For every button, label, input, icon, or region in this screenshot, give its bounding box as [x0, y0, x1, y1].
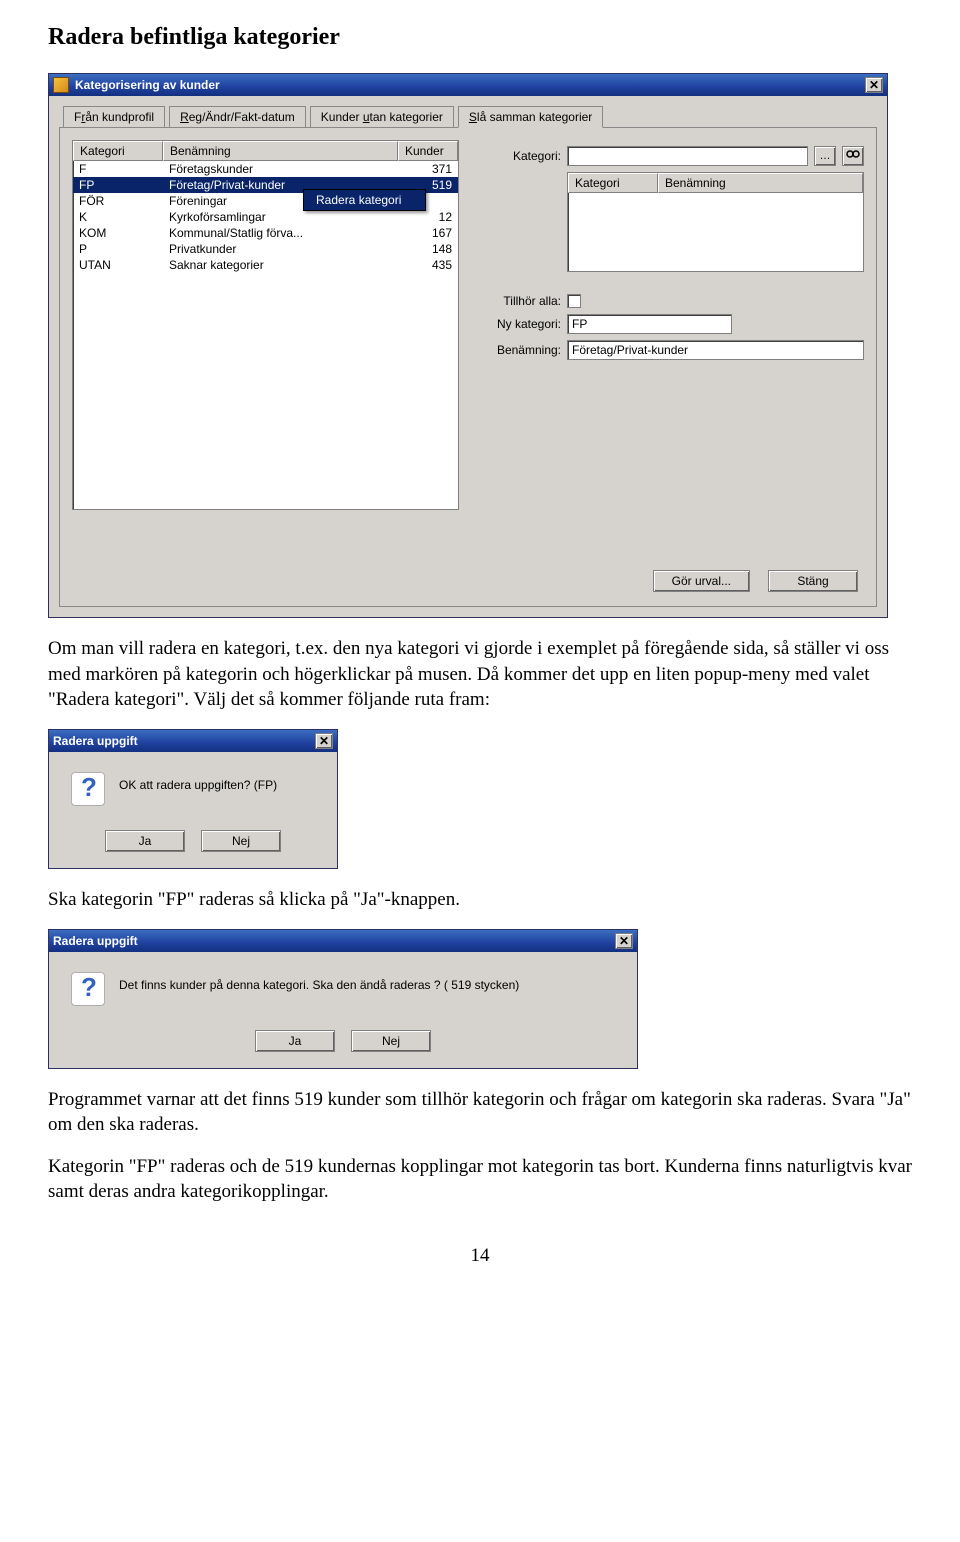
col-category[interactable]: Kategori: [568, 173, 658, 193]
gor-urval-button[interactable]: Gör urval...: [653, 570, 750, 592]
delete-confirm-dialog-1: Radera uppgift ✕ OK att radera uppgiften…: [48, 729, 338, 869]
kategori-label: Kategori:: [477, 149, 561, 163]
col-customers[interactable]: Kunder: [398, 141, 458, 161]
window-title: Kategorisering av kunder: [75, 78, 859, 92]
question-icon: [71, 772, 105, 806]
question-icon: [71, 972, 105, 1006]
no-button[interactable]: Nej: [201, 830, 281, 852]
list-row[interactable]: KOMKommunal/Statlig förva...167: [73, 225, 458, 241]
body-paragraph-1: Om man vill radera en kategori, t.ex. de…: [48, 636, 912, 713]
page-number: 14: [48, 1245, 912, 1267]
no-button[interactable]: Nej: [351, 1030, 431, 1052]
body-paragraph-2: Ska kategorin "FP" raderas så klicka på …: [48, 887, 912, 913]
list-row[interactable]: KKyrkoförsamlingar12: [73, 209, 458, 225]
col-name[interactable]: Benämning: [658, 173, 863, 193]
benamning-label: Benämning:: [477, 343, 561, 357]
benamning-input[interactable]: [567, 340, 864, 360]
window-icon: [53, 77, 69, 93]
tab-from-profile[interactable]: Från kundprofil: [63, 106, 165, 128]
dialog2-title: Radera uppgift: [53, 934, 609, 948]
body-paragraph-3: Programmet varnar att det finns 519 kund…: [48, 1087, 912, 1138]
category-listbox[interactable]: Kategori Benämning Kunder FFöretagskunde…: [72, 140, 459, 510]
yes-button[interactable]: Ja: [255, 1030, 335, 1052]
context-menu: Radera kategori: [303, 189, 426, 211]
tab-reg-change[interactable]: Reg/Ändr/Fakt-datum: [169, 106, 306, 128]
kategori-input[interactable]: [567, 146, 808, 166]
dialog1-title: Radera uppgift: [53, 734, 309, 748]
tab-merge-categories[interactable]: Slå samman kategorier: [458, 106, 603, 128]
close-icon[interactable]: ✕: [615, 933, 633, 949]
tab-panel: Kategori Benämning Kunder FFöretagskunde…: [59, 127, 877, 607]
tab-strip: Från kundprofil Reg/Ändr/Fakt-datum Kund…: [59, 106, 877, 128]
body-paragraph-4: Kategorin "FP" raderas och de 519 kunder…: [48, 1154, 912, 1205]
page-heading: Radera befintliga kategorier: [48, 24, 912, 51]
search-icon[interactable]: [842, 146, 864, 166]
close-icon[interactable]: ✕: [315, 733, 333, 749]
lookup-button[interactable]: …: [814, 146, 836, 166]
dialog1-text: OK att radera uppgiften? (FP): [119, 778, 277, 792]
list-row[interactable]: PPrivatkunder148: [73, 241, 458, 257]
list-row[interactable]: UTANSaknar kategorier435: [73, 257, 458, 273]
tab-no-categories[interactable]: Kunder utan kategorier: [310, 106, 454, 128]
list-header: Kategori Benämning Kunder: [73, 141, 458, 161]
stang-button[interactable]: Stäng: [768, 570, 858, 592]
categorization-window: Kategorisering av kunder ✕ Från kundprof…: [48, 73, 888, 618]
ny-kategori-input[interactable]: [567, 314, 732, 334]
context-menu-delete-category[interactable]: Radera kategori: [304, 190, 425, 210]
list-row[interactable]: FFöretagskunder371: [73, 161, 458, 177]
tillhor-alla-checkbox[interactable]: [567, 294, 581, 308]
yes-button[interactable]: Ja: [105, 830, 185, 852]
delete-confirm-dialog-2: Radera uppgift ✕ Det finns kunder på den…: [48, 929, 638, 1069]
close-icon[interactable]: ✕: [865, 77, 883, 93]
tillhor-alla-label: Tillhör alla:: [477, 294, 561, 308]
dialog2-text: Det finns kunder på denna kategori. Ska …: [119, 978, 519, 992]
right-listbox[interactable]: Kategori Benämning: [567, 172, 864, 272]
ny-kategori-label: Ny kategori:: [477, 317, 561, 331]
col-name[interactable]: Benämning: [163, 141, 398, 161]
titlebar: Kategorisering av kunder ✕: [49, 74, 887, 96]
col-category[interactable]: Kategori: [73, 141, 163, 161]
